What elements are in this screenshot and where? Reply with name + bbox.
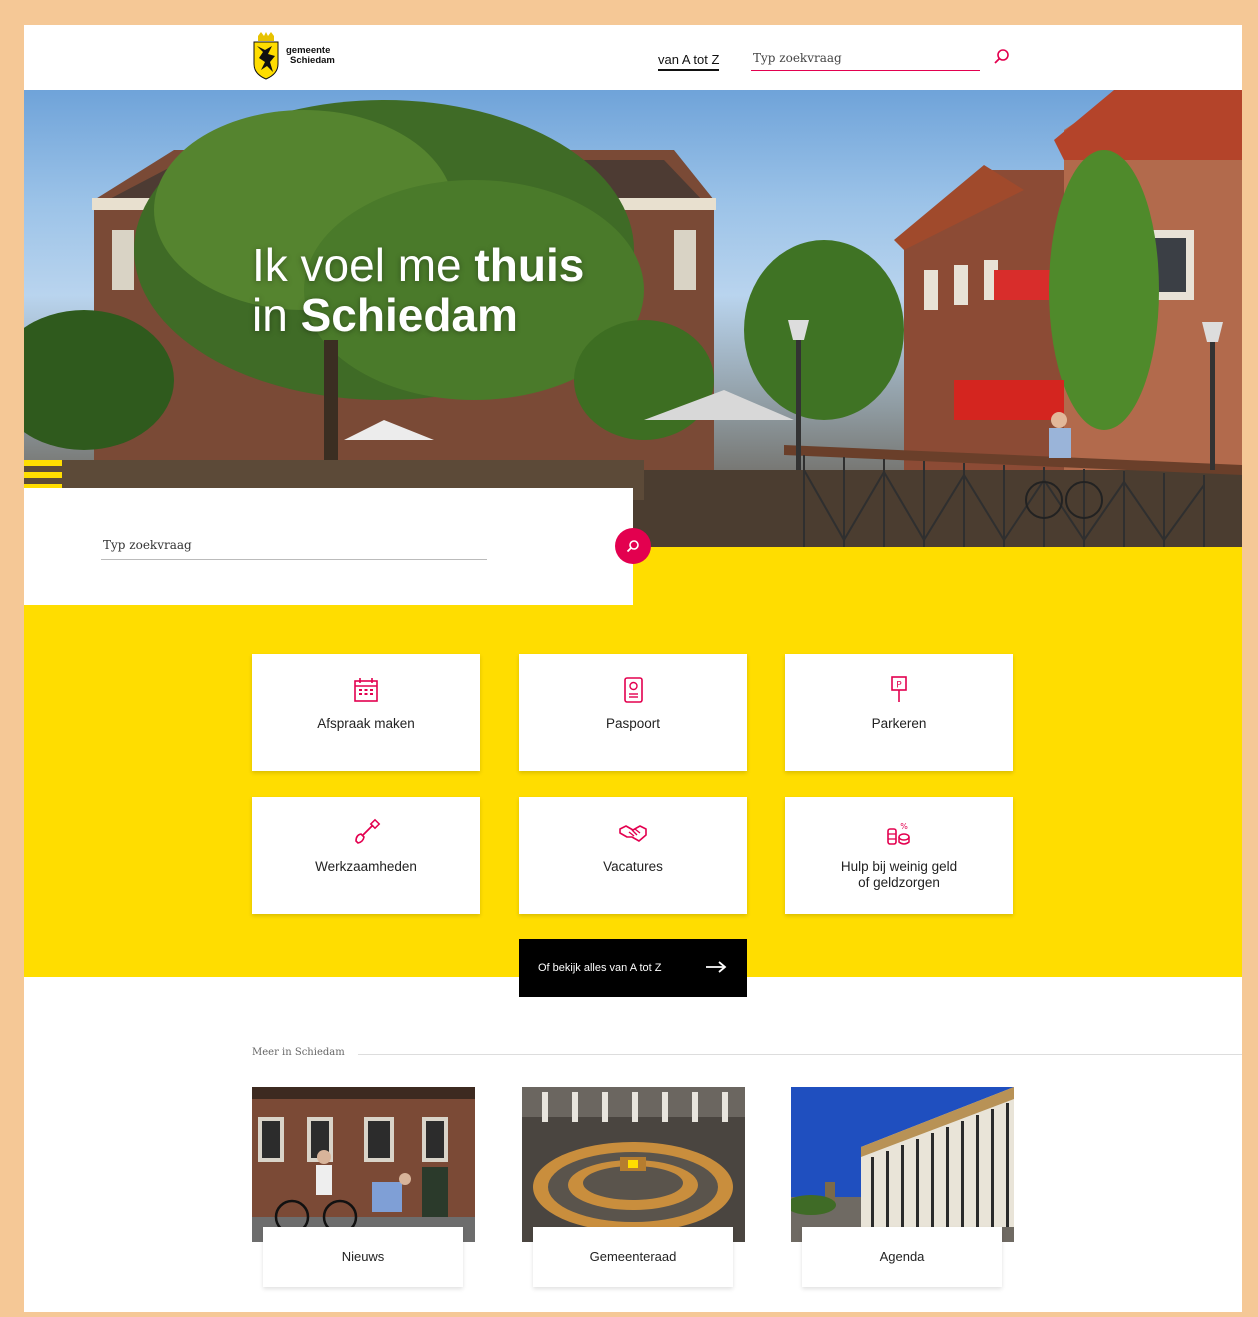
az-button-label: Of bekijk alles van A tot Z — [538, 962, 662, 974]
tile-hulp-geld[interactable]: % Hulp bij weinig geld of geldzorgen — [785, 797, 1013, 914]
tile-parkeren[interactable]: P Parkeren — [785, 654, 1013, 771]
card-caption: Agenda — [802, 1227, 1002, 1287]
site-header: gemeente Schiedam van A tot Z Typ zoekvr… — [24, 25, 1242, 90]
hero-title-line1-light: Ik voel me — [252, 239, 475, 291]
card-agenda[interactable]: Agenda — [791, 1087, 1014, 1287]
svg-text:%: % — [900, 822, 908, 831]
header-search-input[interactable]: Typ zoekvraag — [751, 47, 980, 71]
calendar-icon — [354, 678, 378, 702]
hero-image: Ik voel me thuis in Schiedam — [24, 90, 1242, 547]
main-search-input[interactable]: Typ zoekvraag — [101, 538, 487, 560]
view-all-a-to-z-button[interactable]: Of bekijk alles van A tot Z — [519, 939, 747, 997]
page-frame: gemeente Schiedam van A tot Z Typ zoekvr… — [24, 25, 1242, 1312]
coins-icon: % — [887, 822, 910, 845]
main-search-panel: Typ zoekvraag — [24, 488, 633, 605]
logo-text-line2: Schiedam — [290, 55, 335, 66]
hero-title-line2-bold: Schiedam — [300, 289, 518, 341]
tile-label: Werkzaamheden — [315, 859, 417, 874]
parking-sign-icon: P — [891, 676, 907, 702]
tile-vacatures[interactable]: Vacatures — [519, 797, 747, 914]
shovel-icon — [355, 818, 381, 844]
card-caption: Gemeenteraad — [533, 1227, 733, 1287]
section-divider — [358, 1054, 1242, 1055]
hero-title-line2-light: in — [252, 289, 301, 341]
card-nieuws[interactable]: Nieuws — [252, 1087, 475, 1287]
card-image — [791, 1087, 1014, 1242]
passport-icon — [624, 677, 643, 703]
handshake-icon — [619, 825, 647, 842]
header-search-icon[interactable] — [992, 47, 1012, 67]
site-logo[interactable]: gemeente Schiedam — [252, 31, 342, 81]
card-image — [522, 1087, 745, 1242]
tile-paspoort[interactable]: Paspoort — [519, 654, 747, 771]
nav-a-to-z-link[interactable]: van A tot Z — [658, 52, 720, 71]
card-caption: Nieuws — [263, 1227, 463, 1287]
card-gemeenteraad[interactable]: Gemeenteraad — [522, 1087, 745, 1287]
tile-label: Vacatures — [603, 859, 663, 874]
arrow-right-icon — [706, 961, 727, 973]
coat-of-arms-icon — [253, 32, 279, 80]
main-search-button[interactable] — [615, 528, 651, 564]
tile-label: Paspoort — [605, 716, 661, 731]
tile-werkzaamheden[interactable]: Werkzaamheden — [252, 797, 480, 914]
hero-title: Ik voel me thuis in Schiedam — [252, 240, 584, 340]
hero-title-line1-bold: thuis — [474, 239, 585, 291]
card-image — [252, 1087, 475, 1242]
search-icon — [626, 540, 639, 553]
svg-text:P: P — [896, 681, 902, 691]
tile-label: Afspraak maken — [317, 716, 415, 731]
tile-label: Parkeren — [871, 716, 927, 731]
more-section-title: Meer in Schiedam — [252, 1047, 345, 1058]
tile-label: Hulp bij weinig geld of geldzorgen — [840, 859, 958, 890]
hero-photo — [24, 90, 1242, 547]
tile-afspraak-maken[interactable]: Afspraak maken — [252, 654, 480, 771]
